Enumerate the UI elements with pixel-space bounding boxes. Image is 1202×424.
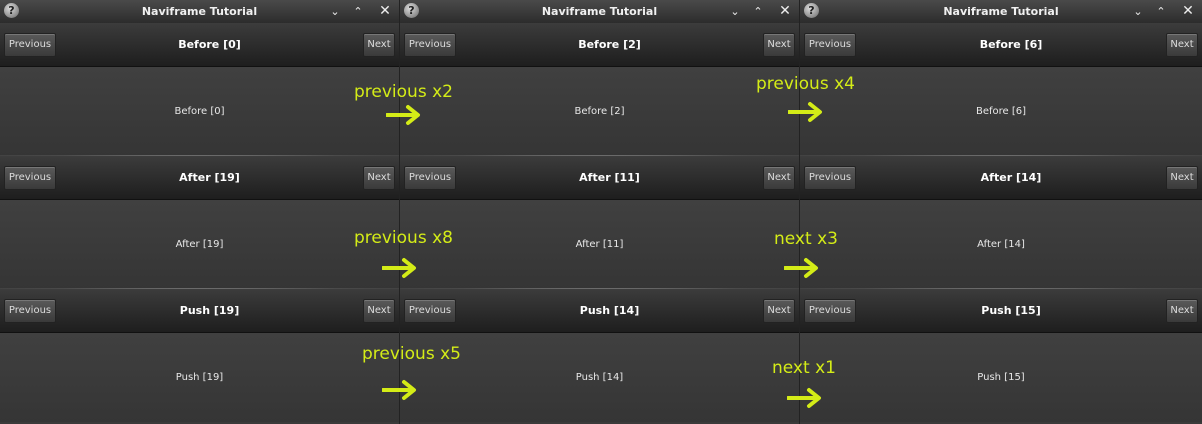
next-button[interactable]: Next [1166, 166, 1198, 190]
content-label: Before [2] [574, 106, 625, 117]
arrow-right-icon [382, 380, 416, 400]
naviframe-content: After [11] [400, 200, 799, 289]
arrow-right-icon [784, 258, 818, 278]
content-label: After [14] [977, 239, 1025, 250]
naviframe-content: Push [15] [800, 333, 1202, 422]
previous-button[interactable]: Previous [404, 33, 456, 57]
naviframe-title: After [14] [980, 171, 1042, 184]
annotation-label: previous x4 [756, 74, 855, 94]
arrow-right-icon [386, 105, 420, 125]
chevron-up-icon[interactable]: ⌃ [750, 0, 766, 23]
next-button[interactable]: Next [363, 166, 395, 190]
annotation-label: next x3 [774, 229, 838, 249]
previous-button[interactable]: Previous [404, 166, 456, 190]
naviframe-content: Before [6] [800, 67, 1202, 156]
window-1: ? Naviframe Tutorial ⌄ ⌃ ✕ Previous Befo… [0, 0, 400, 424]
chevron-down-icon[interactable]: ⌄ [1130, 0, 1146, 23]
title-bar[interactable]: ? Naviframe Tutorial ⌄ ⌃ ✕ [400, 0, 799, 24]
annotation-label: previous x5 [362, 344, 461, 364]
naviframe-title-bar: Previous After [19] Next [0, 156, 399, 200]
content-label: After [19] [175, 239, 224, 250]
naviframe-before: Previous Before [6] Next Before [6] [800, 23, 1202, 156]
chevron-up-icon[interactable]: ⌃ [350, 0, 366, 23]
title-bar[interactable]: ? Naviframe Tutorial ⌄ ⌃ ✕ [0, 0, 399, 24]
naviframe-content: Push [19] [0, 333, 399, 422]
next-button[interactable]: Next [763, 166, 795, 190]
annotation-label: previous x2 [354, 82, 453, 102]
next-button[interactable]: Next [763, 299, 795, 323]
naviframe-content: After [14] [800, 200, 1202, 289]
naviframe-after: Previous After [14] Next After [14] [800, 156, 1202, 289]
content-label: Before [6] [975, 106, 1027, 117]
naviframe-before: Previous Before [2] Next Before [2] [400, 23, 799, 156]
annotation-label: previous x8 [354, 228, 453, 248]
naviframe-before: Previous Before [0] Next Before [0] [0, 23, 399, 156]
naviframe-title: Push [15] [981, 304, 1041, 317]
content-label: Push [19] [175, 372, 224, 383]
naviframe-title: Before [6] [979, 38, 1043, 51]
window-3: ? Naviframe Tutorial ⌄ ⌃ ✕ Previous Befo… [800, 0, 1202, 424]
next-button[interactable]: Next [363, 299, 395, 323]
previous-button[interactable]: Previous [404, 299, 456, 323]
previous-button[interactable]: Previous [804, 299, 856, 323]
naviframe-after: Previous After [19] Next After [19] [0, 156, 399, 289]
annotation-label: next x1 [772, 358, 836, 378]
naviframe-title-bar: Previous Push [15] Next [800, 289, 1202, 333]
next-button[interactable]: Next [363, 33, 395, 57]
content-label: Push [15] [977, 372, 1025, 383]
close-icon[interactable]: ✕ [1180, 0, 1196, 23]
content-label: Before [0] [174, 106, 225, 117]
chevron-down-icon[interactable]: ⌄ [727, 0, 743, 23]
naviframe-content: After [19] [0, 200, 399, 289]
naviframe-title: Before [0] [178, 38, 241, 51]
naviframe-title: After [19] [179, 171, 240, 184]
close-icon[interactable]: ✕ [777, 0, 793, 23]
previous-button[interactable]: Previous [4, 33, 56, 57]
arrow-right-icon [382, 258, 416, 278]
previous-button[interactable]: Previous [804, 33, 856, 57]
arrow-right-icon [787, 388, 821, 408]
next-button[interactable]: Next [763, 33, 795, 57]
naviframe-title-bar: Previous After [11] Next [400, 156, 799, 200]
naviframe-title-bar: Previous Push [19] Next [0, 289, 399, 333]
previous-button[interactable]: Previous [804, 166, 856, 190]
title-bar[interactable]: ? Naviframe Tutorial ⌄ ⌃ ✕ [800, 0, 1202, 24]
previous-button[interactable]: Previous [4, 166, 56, 190]
arrow-right-icon [788, 102, 822, 122]
naviframe-title: Push [14] [579, 304, 640, 317]
close-icon[interactable]: ✕ [377, 0, 393, 23]
naviframe-title: Before [2] [578, 38, 641, 51]
naviframe-title: After [11] [579, 171, 640, 184]
content-label: After [11] [575, 239, 624, 250]
naviframe-title-bar: Previous Before [6] Next [800, 23, 1202, 67]
naviframe-push: Previous Push [19] Next Push [19] [0, 289, 399, 422]
naviframe-title: Push [19] [179, 304, 240, 317]
naviframe-title-bar: Previous After [14] Next [800, 156, 1202, 200]
next-button[interactable]: Next [1166, 299, 1198, 323]
naviframe-after: Previous After [11] Next After [11] [400, 156, 799, 289]
naviframe-content: Before [0] [0, 67, 399, 156]
next-button[interactable]: Next [1166, 33, 1198, 57]
naviframe-push: Previous Push [15] Next Push [15] [800, 289, 1202, 422]
chevron-down-icon[interactable]: ⌄ [327, 0, 343, 23]
chevron-up-icon[interactable]: ⌃ [1153, 0, 1169, 23]
naviframe-content: Before [2] [400, 67, 799, 156]
naviframe-title-bar: Previous Push [14] Next [400, 289, 799, 333]
naviframe-title-bar: Previous Before [0] Next [0, 23, 399, 67]
previous-button[interactable]: Previous [4, 299, 56, 323]
naviframe-title-bar: Previous Before [2] Next [400, 23, 799, 67]
